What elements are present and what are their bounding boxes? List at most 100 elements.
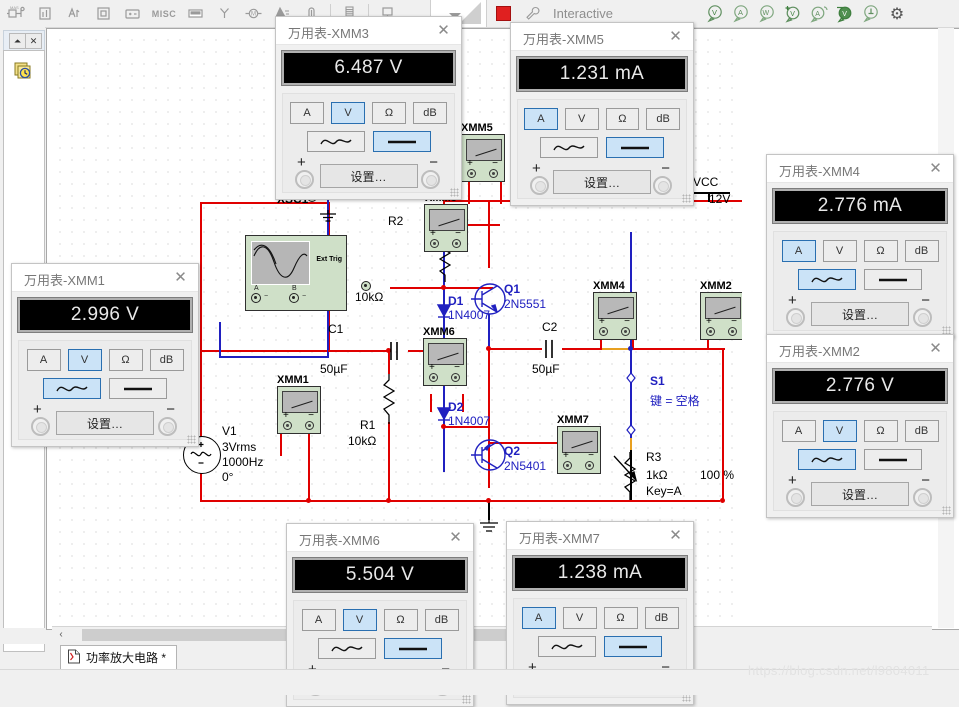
- meter-terminal-neg[interactable]: [585, 461, 594, 470]
- sheet-tab-power-amp[interactable]: 功率放大电路 *: [60, 645, 178, 669]
- dock-pin-button[interactable]: ⏶: [9, 33, 26, 49]
- probe-differential-voltage-icon[interactable]: V: [780, 2, 806, 25]
- close-icon[interactable]: ✕: [446, 528, 465, 547]
- layers-clock-icon[interactable]: [14, 62, 33, 81]
- switch-s1-handle[interactable]: [625, 372, 637, 384]
- mode-ampere-button[interactable]: A: [521, 607, 556, 629]
- place-machine-icon[interactable]: M: [239, 1, 268, 26]
- multimeter-symbol-xmm6[interactable]: + −: [423, 338, 467, 386]
- mode-volt-button[interactable]: V: [562, 607, 597, 629]
- place-transistor-icon[interactable]: [60, 1, 89, 26]
- transistor-q2[interactable]: [471, 436, 509, 474]
- mode-volt-button[interactable]: V: [822, 420, 857, 442]
- coupling-ac-button[interactable]: [43, 378, 101, 399]
- dialog-titlebar[interactable]: 万用表-XMM4 ✕: [767, 155, 953, 183]
- multimeter-dialog-xmm2[interactable]: 万用表-XMM2 ✕ 2.776 V A V Ω dB + 设置… −: [766, 334, 954, 518]
- mode-ohm-button[interactable]: Ω: [605, 108, 640, 130]
- resize-grip[interactable]: [462, 695, 471, 704]
- meter-terminal-neg[interactable]: [728, 327, 737, 336]
- diode-d2[interactable]: [435, 404, 453, 424]
- close-icon[interactable]: ✕: [666, 526, 685, 545]
- multimeter-symbol-xmm2[interactable]: + −: [700, 292, 742, 340]
- multimeter-symbol-xmm3[interactable]: + −: [424, 204, 468, 252]
- resize-grip[interactable]: [450, 188, 459, 197]
- coupling-dc-button[interactable]: [109, 378, 167, 399]
- horizontal-scrollbar[interactable]: ‹: [52, 626, 932, 643]
- probe-current-icon[interactable]: A: [728, 2, 754, 25]
- meter-terminal-pos[interactable]: [563, 461, 572, 470]
- positive-jack[interactable]: [786, 488, 805, 507]
- meter-terminal-neg[interactable]: [621, 327, 630, 336]
- multimeter-symbol-xmm4[interactable]: + −: [593, 292, 637, 340]
- dock-close-button[interactable]: ✕: [25, 33, 42, 49]
- place-analog-icon[interactable]: [31, 1, 60, 26]
- diode-d1[interactable]: [435, 301, 453, 321]
- close-icon[interactable]: ✕: [666, 27, 685, 46]
- capacitor-c2[interactable]: [541, 338, 555, 360]
- settings-button[interactable]: 设置…: [56, 411, 154, 435]
- mode-ohm-button[interactable]: Ω: [383, 609, 418, 631]
- mode-ohm-button[interactable]: Ω: [108, 349, 143, 371]
- meter-terminal-pos[interactable]: [283, 421, 292, 430]
- meter-terminal-pos[interactable]: [706, 327, 715, 336]
- resize-grip[interactable]: [942, 506, 951, 515]
- dialog-titlebar[interactable]: 万用表-XMM3 ✕: [276, 17, 461, 45]
- place-connector-icon[interactable]: [181, 1, 210, 26]
- positive-jack[interactable]: [786, 308, 805, 327]
- xsc1-terminal-b[interactable]: [289, 293, 299, 303]
- meter-terminal-pos[interactable]: [430, 239, 439, 248]
- mode-decibel-button[interactable]: dB: [904, 420, 939, 442]
- multimeter-dialog-xmm4[interactable]: 万用表-XMM4 ✕ 2.776 mA A V Ω dB + 设置… −: [766, 154, 954, 338]
- coupling-dc-button[interactable]: [864, 449, 922, 470]
- coupling-ac-button[interactable]: [798, 449, 856, 470]
- misc-icon[interactable]: MISC: [147, 1, 181, 26]
- negative-jack[interactable]: [421, 170, 440, 189]
- meter-terminal-neg[interactable]: [489, 169, 498, 178]
- meter-terminal-pos[interactable]: [467, 169, 476, 178]
- probe-reference-voltage-icon[interactable]: V: [832, 2, 858, 25]
- mode-decibel-button[interactable]: dB: [904, 240, 939, 262]
- coupling-dc-button[interactable]: [372, 131, 431, 152]
- positive-jack[interactable]: [295, 170, 314, 189]
- dialog-titlebar[interactable]: 万用表-XMM6 ✕: [287, 524, 473, 552]
- mode-volt-button[interactable]: V: [67, 349, 102, 371]
- meter-terminal-neg[interactable]: [452, 239, 461, 248]
- settings-button[interactable]: 设置…: [811, 482, 909, 506]
- probe-voltage-icon[interactable]: V: [702, 2, 728, 25]
- mode-ohm-button[interactable]: Ω: [863, 240, 898, 262]
- dialog-titlebar[interactable]: 万用表-XMM2 ✕: [767, 335, 953, 363]
- negative-jack[interactable]: [913, 488, 932, 507]
- multimeter-symbol-xmm5[interactable]: + −: [461, 134, 505, 182]
- mode-ampere-button[interactable]: A: [26, 349, 61, 371]
- mode-decibel-button[interactable]: dB: [424, 609, 459, 631]
- mode-volt-button[interactable]: V: [822, 240, 857, 262]
- place-ic-icon[interactable]: [89, 1, 118, 26]
- transistor-q1[interactable]: [471, 280, 509, 318]
- mode-volt-button[interactable]: V: [342, 609, 377, 631]
- probe-differential-current-icon[interactable]: A: [806, 2, 832, 25]
- mode-ampere-button[interactable]: A: [524, 108, 558, 130]
- mode-decibel-button[interactable]: dB: [646, 108, 680, 130]
- meter-terminal-pos[interactable]: [429, 373, 438, 382]
- mode-ohm-button[interactable]: Ω: [863, 420, 898, 442]
- mode-ohm-button[interactable]: Ω: [603, 607, 638, 629]
- coupling-ac-button[interactable]: [798, 269, 856, 290]
- probe-digital-icon[interactable]: [858, 2, 884, 25]
- coupling-ac-button[interactable]: [540, 137, 598, 158]
- mode-ohm-button[interactable]: Ω: [372, 102, 406, 124]
- negative-jack[interactable]: [653, 176, 672, 195]
- positive-jack[interactable]: [530, 176, 549, 195]
- resistor-r1[interactable]: [383, 374, 395, 424]
- mode-volt-button[interactable]: V: [564, 108, 599, 130]
- mode-ampere-button[interactable]: A: [301, 609, 336, 631]
- gear-icon[interactable]: ⚙: [884, 2, 910, 25]
- scroll-left-button[interactable]: ‹: [54, 629, 68, 641]
- place-antenna-icon[interactable]: [210, 1, 239, 26]
- settings-button[interactable]: 设置…: [553, 170, 651, 194]
- negative-jack[interactable]: [913, 308, 932, 327]
- mode-decibel-button[interactable]: dB: [644, 607, 679, 629]
- close-icon[interactable]: ✕: [171, 268, 190, 287]
- close-icon[interactable]: ✕: [926, 159, 945, 178]
- mode-ampere-button[interactable]: A: [290, 102, 324, 124]
- multimeter-dialog-xmm1[interactable]: 万用表-XMM1 ✕ 2.996 V A V Ω dB + 设置… −: [11, 263, 199, 447]
